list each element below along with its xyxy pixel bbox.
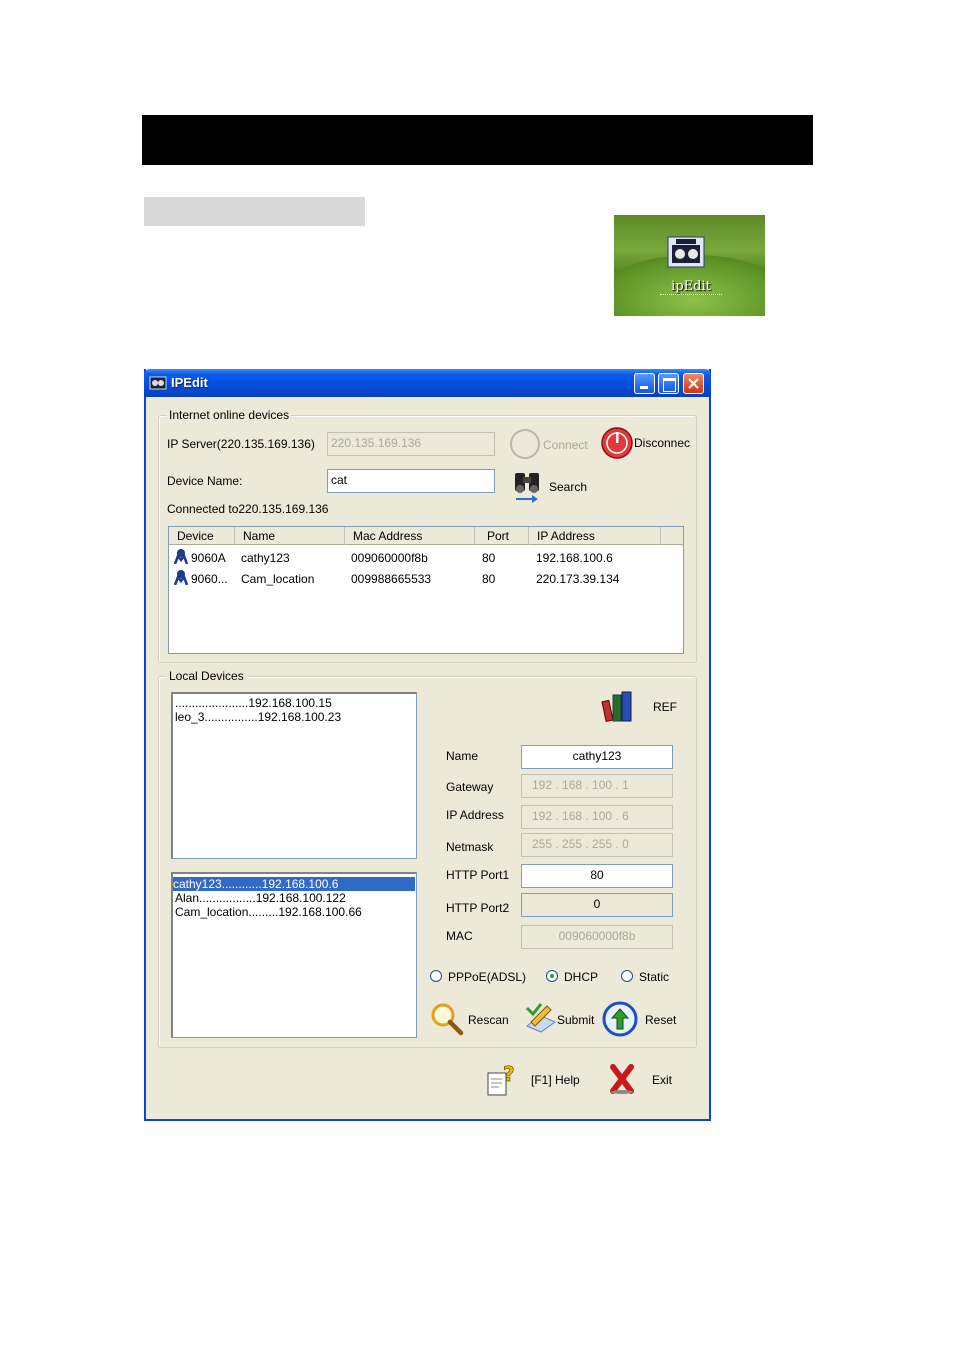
local-group-title: Local Devices [167,669,246,683]
window-title: IPEdit [171,375,208,390]
row-ip: 192.168.100.6 [536,551,613,565]
disconnect-button-label[interactable]: Disconnec [634,436,690,450]
http-port1-input[interactable]: 80 [521,864,673,888]
name-label: Name [446,749,479,763]
desktop-background: ipEdit [614,215,765,316]
row-name: Cam_location [241,572,315,586]
gateway-label: Gateway [446,780,494,794]
power-icon[interactable] [600,426,634,460]
device-name-input[interactable]: cat [327,469,495,493]
local-devices-list-bottom[interactable]: cathy123............192.168.100.6 Alan..… [171,872,417,1038]
column-name[interactable]: Name [235,527,345,545]
row-name: cathy123 [241,551,290,565]
help-icon[interactable]: ? [486,1063,516,1097]
close-icon [688,378,699,389]
column-port[interactable]: Port [475,527,529,545]
http-port2-label: HTTP Port2 [446,901,510,915]
netmask-label: Netmask [446,840,494,854]
row-port: 80 [482,551,496,565]
http-port2-input[interactable]: 0 [521,893,673,917]
row-device: 9060... [191,572,228,586]
pppoe-radio[interactable] [430,970,442,982]
static-radio-label[interactable]: Static [639,970,669,984]
reset-button-label[interactable]: Reset [645,1013,676,1027]
minimize-button[interactable] [634,373,655,394]
close-button[interactable] [683,373,704,394]
dhcp-radio-label[interactable]: DHCP [564,970,598,984]
pppoe-radio-label[interactable]: PPPoE(ADSL) [448,970,526,984]
dhcp-radio[interactable] [546,970,558,982]
row-ip: 220.173.39.134 [536,572,620,586]
internet-group-title: Internet online devices [167,408,292,422]
name-input[interactable]: cathy123 [521,745,673,769]
exit-x-icon[interactable] [608,1064,636,1094]
column-device[interactable]: Device [169,527,235,545]
search-button-label[interactable]: Search [549,480,587,494]
desktop-shortcut-label[interactable]: ipEdit [660,279,722,295]
table-header: Device Name Mac Address Port IP Address [169,527,683,545]
rescan-button-label[interactable]: Rescan [468,1013,509,1027]
title-bar[interactable]: IPEdit [144,369,711,397]
list-item[interactable]: Cam_location.........192.168.100.66 [175,905,362,919]
column-ip[interactable]: IP Address [529,527,661,545]
books-icon[interactable] [601,689,637,723]
submit-pencil-icon[interactable] [523,1002,557,1036]
ip-address-input[interactable]: 192 . 168 . 100 . 6 [521,805,673,829]
connect-icon[interactable] [508,427,542,461]
ref-button-label[interactable]: REF [653,700,677,714]
help-button-label[interactable]: [F1] Help [531,1073,580,1087]
list-item-selected[interactable]: cathy123............192.168.100.6 [173,877,415,891]
connect-button-label[interactable]: Connect [543,438,588,452]
reset-arrow-icon[interactable] [602,1001,638,1037]
exit-button-label[interactable]: Exit [652,1073,672,1087]
row-port: 80 [482,572,496,586]
magnifier-icon[interactable] [430,1002,464,1036]
ip-server-label: IP Server(220.135.169.136) [167,437,315,451]
app-camera-icon [149,376,167,390]
gateway-input[interactable]: 192 . 168 . 100 . 1 [521,774,673,798]
list-item[interactable]: ......................192.168.100.15 [175,696,332,710]
ip-address-label: IP Address [446,808,504,822]
connected-status: Connected to220.135.169.136 [167,502,329,516]
netmask-input[interactable]: 255 . 255 . 255 . 0 [521,833,673,857]
online-devices-table[interactable]: Device Name Mac Address Port IP Address … [168,526,684,654]
svg-text:?: ? [503,1063,515,1086]
http-port1-label: HTTP Port1 [446,868,510,882]
device-user-icon [173,570,189,585]
row-mac: 009060000f8b [351,551,428,565]
mac-label: MAC [446,929,473,943]
row-mac: 009988665533 [351,572,432,586]
maximize-button[interactable] [658,373,679,394]
binoculars-icon[interactable] [512,469,544,503]
ipedit-app-icon[interactable] [666,235,706,269]
static-radio[interactable] [621,970,633,982]
device-name-label: Device Name: [167,474,243,488]
mac-input[interactable]: 009060000f8b [521,925,673,949]
local-devices-list-top[interactable]: ......................192.168.100.15 leo… [171,692,417,859]
row-device: 9060A [191,551,226,565]
ipedit-window: IPEdit Internet online devices IP Server… [144,369,711,1121]
device-user-icon [173,549,189,564]
ip-server-field[interactable]: 220.135.169.136 [327,432,495,456]
section-gray-bar [144,197,365,226]
list-item[interactable]: Alan.................192.168.100.122 [175,891,346,905]
list-item[interactable]: leo_3................192.168.100.23 [175,710,341,724]
submit-button-label[interactable]: Submit [557,1013,594,1027]
header-black-bar [142,115,813,165]
column-mac[interactable]: Mac Address [345,527,475,545]
